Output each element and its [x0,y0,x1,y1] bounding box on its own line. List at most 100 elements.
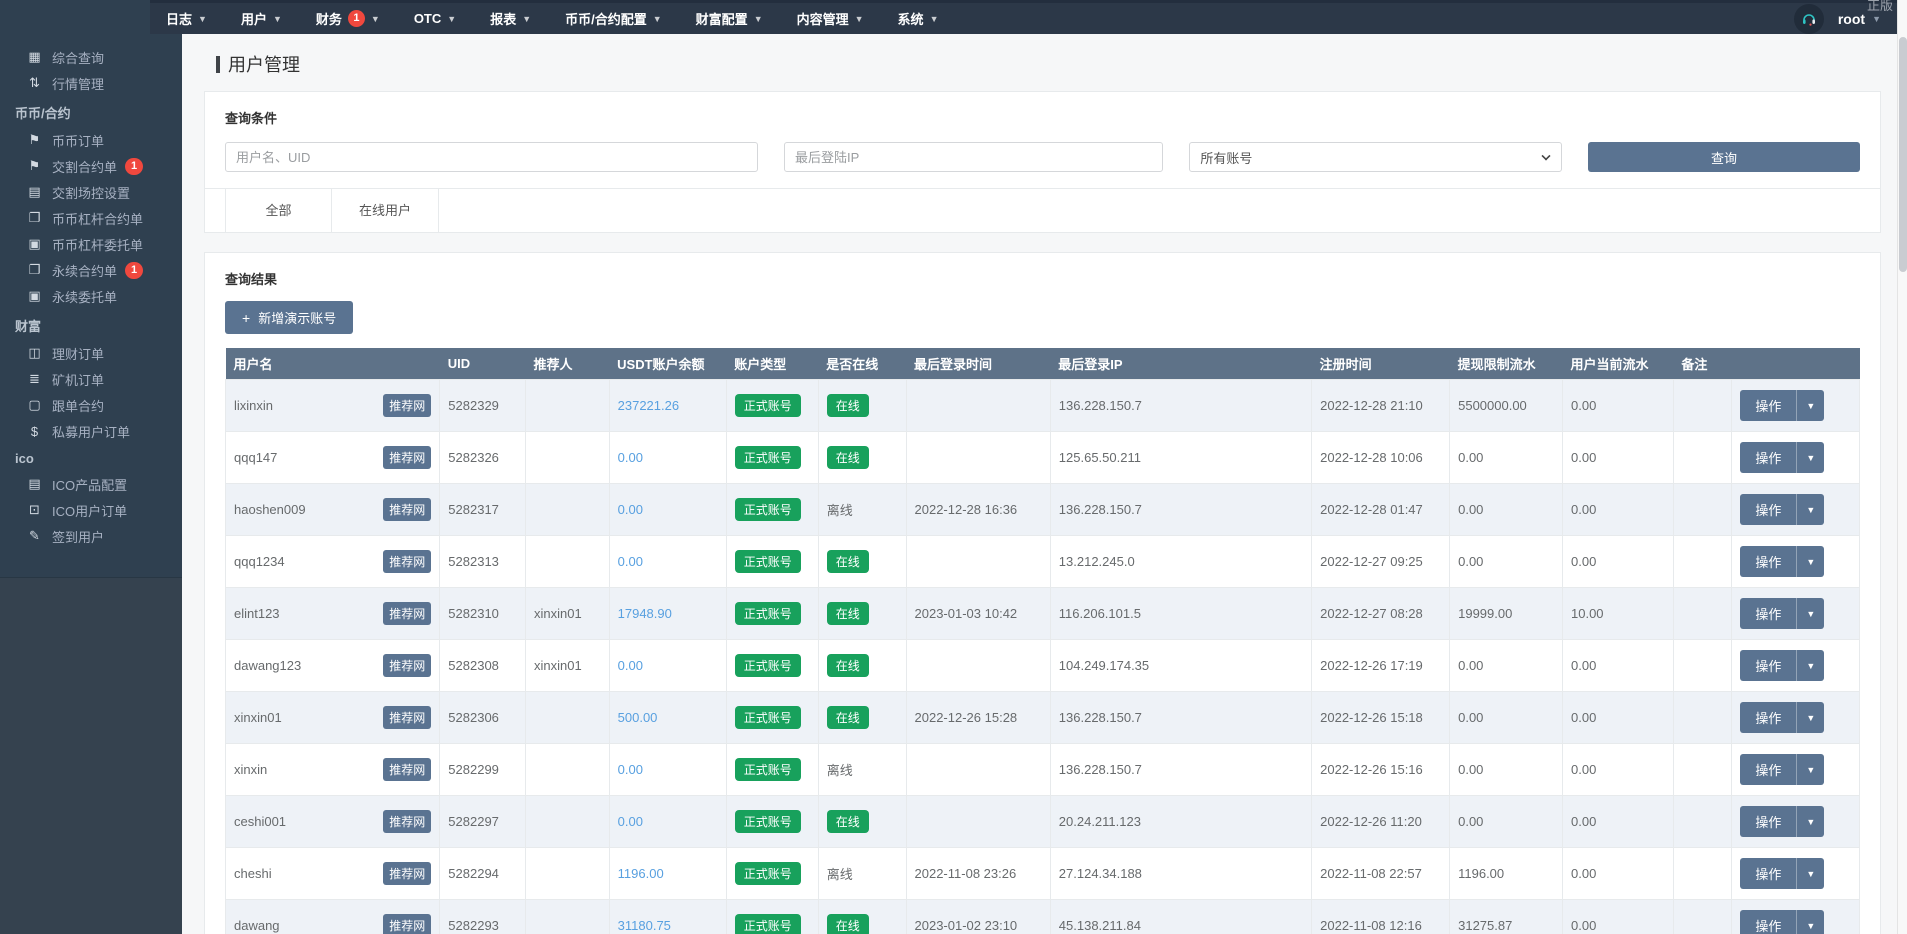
menu-finance[interactable]: 财务 1 ▼ [316,9,380,28]
action-button[interactable]: 操作 [1740,598,1797,629]
balance-link[interactable]: 237221.26 [618,398,679,413]
menu-users[interactable]: 用户 ▼ [241,9,282,28]
bookmark-icon: ⚑ [26,132,43,148]
balance-link[interactable]: 31180.75 [618,918,671,933]
menu-system[interactable]: 系统 ▼ [898,9,939,28]
menu-otc[interactable]: OTC ▼ [414,11,456,26]
action-dropdown-caret[interactable]: ▼ [1797,910,1824,934]
action-button[interactable]: 操作 [1740,650,1797,681]
account-type-badge: 正式账号 [735,446,801,469]
table-row: qqq147 推荐网 5282326 0.00 正式账号 在线 125.65.5… [226,432,1860,484]
referrer-net-badge[interactable]: 推荐网 [383,810,431,833]
table-row: lixinxin 推荐网 5282329 237221.26 正式账号 在线 1… [226,380,1860,432]
action-dropdown-caret[interactable]: ▼ [1797,754,1824,785]
balance-link[interactable]: 0.00 [618,502,643,517]
sidebar-item-perpetual-contract-orders[interactable]: ❐ 永续合约单 1 [0,257,182,283]
username-uid-input[interactable] [225,142,758,172]
referrer-net-badge[interactable]: 推荐网 [383,862,431,885]
cell-current-flow: 0.00 [1563,536,1674,588]
action-button[interactable]: 操作 [1740,546,1797,577]
referrer-net-badge[interactable]: 推荐网 [383,602,431,625]
action-dropdown-caret[interactable]: ▼ [1797,806,1824,837]
support-headset-button[interactable] [1794,4,1824,34]
menu-coin-contract-config[interactable]: 币币/合约配置 ▼ [565,9,662,28]
search-button[interactable]: 查询 [1588,142,1860,172]
balance-link[interactable]: 0.00 [618,814,643,829]
account-type-select[interactable]: 所有账号 [1189,142,1562,172]
layers-icon: ≣ [26,371,43,387]
action-button[interactable]: 操作 [1740,910,1797,934]
action-dropdown-caret[interactable]: ▼ [1797,546,1824,577]
file-config-icon: ▤ [26,476,43,492]
action-button[interactable]: 操作 [1740,806,1797,837]
action-button[interactable]: 操作 [1740,494,1797,525]
action-dropdown-caret[interactable]: ▼ [1797,598,1824,629]
menu-content-management[interactable]: 内容管理 ▼ [797,9,864,28]
sidebar-item-coin-margin-entrust-orders[interactable]: ▣ 币币杠杆委托单 [0,231,182,257]
referrer-net-badge[interactable]: 推荐网 [383,498,431,521]
action-dropdown-caret[interactable]: ▼ [1797,494,1824,525]
action-button[interactable]: 操作 [1740,858,1797,889]
action-dropdown-caret[interactable]: ▼ [1797,650,1824,681]
balance-link[interactable]: 0.00 [618,658,643,673]
action-button[interactable]: 操作 [1740,442,1797,473]
menu-reports[interactable]: 报表 ▼ [490,9,531,28]
referrer-net-badge[interactable]: 推荐网 [383,394,431,417]
sidebar-item-market-management[interactable]: ⇅ 行情管理 [0,70,182,96]
sidebar-item-copy-trade-contract[interactable]: ▢ 跟单合约 [0,392,182,418]
balance-link[interactable]: 0.00 [618,554,643,569]
menu-logs[interactable]: 日志 ▼ [166,9,207,28]
chevron-down-icon: ▼ [522,14,531,24]
sidebar-item-coin-orders[interactable]: ⚑ 币币订单 [0,127,182,153]
last-login-ip-input[interactable] [784,142,1163,172]
scrollbar-thumb[interactable] [1899,37,1907,272]
referrer-net-badge[interactable]: 推荐网 [383,914,431,934]
sidebar-section-ico: ico [0,444,182,471]
referrer-net-badge[interactable]: 推荐网 [383,550,431,573]
balance-link[interactable]: 17948.90 [618,606,672,621]
sidebar-item-delivery-contract-orders[interactable]: ⚑ 交割合约单 1 [0,153,182,179]
action-dropdown-caret[interactable]: ▼ [1797,390,1824,421]
sidebar-item-checkin-users[interactable]: ✎ 签到用户 [0,523,182,549]
action-button[interactable]: 操作 [1740,390,1797,421]
sidebar-item-wealth-orders[interactable]: ◫ 理财订单 [0,340,182,366]
sidebar-item-ico-user-orders[interactable]: ⊡ ICO用户订单 [0,497,182,523]
cell-last-login-ip: 125.65.50.211 [1050,432,1311,484]
topbar: 日志 ▼ 用户 ▼ 财务 1 ▼ OTC ▼ 报表 ▼ 币币/合约配置 ▼ 财富… [150,0,1897,34]
balance-link[interactable]: 1196.00 [618,866,664,881]
action-button[interactable]: 操作 [1740,754,1797,785]
action-split-button: 操作 ▼ [1740,702,1824,733]
referrer-net-badge[interactable]: 推荐网 [383,706,431,729]
balance-link[interactable]: 0.00 [618,762,643,777]
sidebar-item-delivery-control-settings[interactable]: ▤ 交割场控设置 [0,179,182,205]
filter-tabs: 全部 在线用户 [205,188,1880,232]
col-actions [1732,348,1860,380]
sidebar-item-private-fund-orders[interactable]: $ 私募用户订单 [0,418,182,444]
add-demo-account-button[interactable]: + 新增演示账号 [225,301,353,334]
online-status: 在线 [827,810,869,833]
referrer-net-badge[interactable]: 推荐网 [383,654,431,677]
sidebar-item-perpetual-entrust-orders[interactable]: ▣ 永续委托单 [0,283,182,309]
online-status: 在线 [827,550,869,573]
page-scrollbar[interactable] [1897,0,1907,934]
tab-all[interactable]: 全部 [225,189,332,232]
cell-last-login-time [906,744,1050,796]
referrer-net-badge[interactable]: 推荐网 [383,758,431,781]
menu-label: 财富配置 [696,9,748,28]
action-dropdown-caret[interactable]: ▼ [1797,702,1824,733]
referrer-net-badge[interactable]: 推荐网 [383,446,431,469]
action-button[interactable]: 操作 [1740,702,1797,733]
menu-wealth-config[interactable]: 财富配置 ▼ [696,9,763,28]
balance-link[interactable]: 0.00 [618,450,643,465]
sidebar-item-miner-orders[interactable]: ≣ 矿机订单 [0,366,182,392]
action-dropdown-caret[interactable]: ▼ [1797,858,1824,889]
sidebar-item-coin-margin-contract-orders[interactable]: ❐ 币币杠杆合约单 [0,205,182,231]
cell-referrer [526,380,610,432]
cell-register-time: 2022-12-28 21:10 [1312,380,1450,432]
sidebar-item-composite-query[interactable]: ▦ 综合查询 [0,44,182,70]
action-dropdown-caret[interactable]: ▼ [1797,442,1824,473]
balance-link[interactable]: 500.00 [618,710,658,725]
cell-username: elint123 [234,606,280,621]
tab-online-users[interactable]: 在线用户 [332,189,439,232]
sidebar-item-ico-product-config[interactable]: ▤ ICO产品配置 [0,471,182,497]
